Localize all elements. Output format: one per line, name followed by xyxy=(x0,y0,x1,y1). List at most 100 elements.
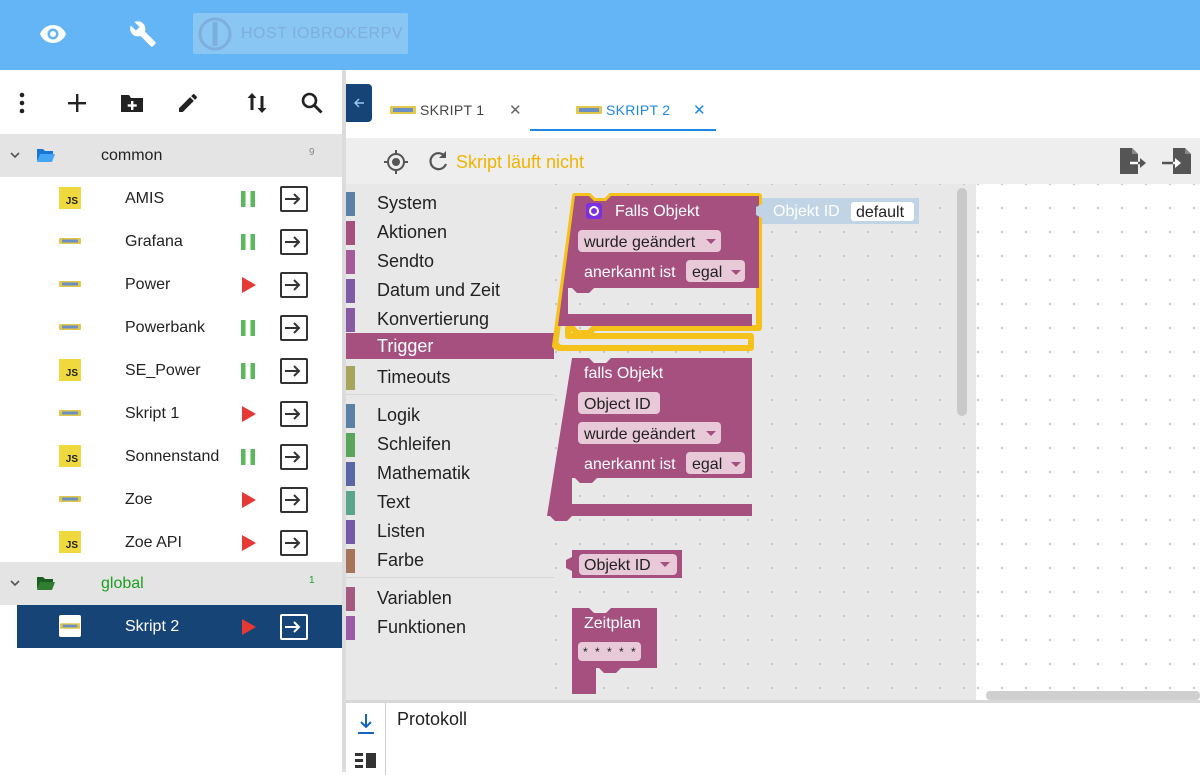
export-script-icon[interactable] xyxy=(1118,147,1148,175)
tab-skript-2[interactable]: SKRIPT 2 ✕ xyxy=(576,90,706,130)
script-row-powerbank[interactable]: Powerbank xyxy=(0,306,342,349)
gear-icon xyxy=(586,203,602,219)
blockly-icon xyxy=(390,106,416,114)
folder-global[interactable]: global 1 xyxy=(0,562,342,605)
pause-icon[interactable] xyxy=(240,363,256,379)
export-icon[interactable] xyxy=(280,229,308,255)
blockly-icon xyxy=(59,316,81,338)
sort-icon[interactable] xyxy=(242,88,272,118)
collapse-tree-button[interactable] xyxy=(346,84,372,122)
target-icon[interactable] xyxy=(383,149,409,175)
script-row-se-power[interactable]: JS SE_Power xyxy=(0,349,342,392)
log-title: Protokoll xyxy=(397,709,468,729)
block-title: Falls Objekt xyxy=(615,203,700,220)
tab-bar: SKRIPT 1 ✕ SKRIPT 2 ✕ xyxy=(346,70,1200,138)
export-icon[interactable] xyxy=(280,272,308,298)
play-icon[interactable] xyxy=(240,535,256,551)
export-icon[interactable] xyxy=(280,614,308,640)
folder-open-icon xyxy=(37,577,55,590)
export-icon[interactable] xyxy=(280,315,308,341)
export-icon[interactable] xyxy=(280,487,308,513)
folder-common[interactable]: common 9 xyxy=(0,134,342,177)
blockly-icon xyxy=(59,402,81,424)
more-vert-icon[interactable] xyxy=(7,88,37,118)
folder-name: common xyxy=(101,146,163,164)
tab-label: SKRIPT 1 xyxy=(420,102,485,118)
active-tab-indicator xyxy=(530,129,716,131)
eye-icon[interactable] xyxy=(33,14,73,54)
pause-icon[interactable] xyxy=(240,320,256,336)
close-icon[interactable]: ✕ xyxy=(509,101,522,119)
blockly-icon xyxy=(59,488,81,510)
script-row-zoe[interactable]: Zoe xyxy=(0,478,342,521)
play-icon[interactable] xyxy=(240,277,256,293)
script-name: Power xyxy=(125,275,171,293)
search-icon[interactable] xyxy=(297,88,327,118)
folder-count: 9 xyxy=(309,147,315,158)
add-folder-icon[interactable] xyxy=(117,88,147,118)
block-falls-objekt-2[interactable]: falls Objekt Object ID wurde geändert an… xyxy=(547,358,752,521)
host-selector[interactable]: HOST IOBROKERPV xyxy=(193,13,408,54)
script-tree-panel: common 9 JS AMIS Grafana Power Powerbank… xyxy=(0,70,342,772)
block-zeitplan[interactable]: Zeitplan * * * * * xyxy=(572,608,657,694)
chevron-down-icon[interactable] xyxy=(9,149,21,161)
export-icon[interactable] xyxy=(280,401,308,427)
script-row-amis[interactable]: JS AMIS xyxy=(0,177,342,220)
folder-name: global xyxy=(101,574,144,592)
script-name: Skript 2 xyxy=(125,617,180,635)
script-row-power[interactable]: Power xyxy=(0,263,342,306)
workspace-scrollbar-vertical[interactable] xyxy=(957,188,967,416)
block-objekt-id[interactable]: Objekt ID xyxy=(566,550,682,578)
script-name: Grafana xyxy=(125,232,183,250)
object-id-label: Object ID xyxy=(584,396,651,413)
folder-count: 1 xyxy=(309,575,315,586)
tab-label: SKRIPT 2 xyxy=(606,102,671,118)
app-bar: HOST IOBROKERPV xyxy=(0,0,1200,70)
script-name: AMIS xyxy=(125,189,165,207)
edit-icon[interactable] xyxy=(173,88,203,118)
export-icon[interactable] xyxy=(280,530,308,556)
object-id-label: Objekt ID xyxy=(584,557,651,574)
object-id-value: default xyxy=(856,204,905,221)
block-objekt-id-default[interactable]: Objekt ID default xyxy=(756,198,919,224)
wrench-icon[interactable] xyxy=(123,14,163,54)
changed-dropdown-label: wurde geändert xyxy=(583,426,696,443)
list-icon[interactable] xyxy=(355,751,377,771)
export-icon[interactable] xyxy=(280,444,308,470)
block-falls-objekt[interactable]: Falls Objekt wurde geändert anerkannt is… xyxy=(552,193,762,351)
add-icon[interactable] xyxy=(62,88,92,118)
script-row-grafana[interactable]: Grafana xyxy=(0,220,342,263)
cron-value: * * * * * xyxy=(583,645,638,659)
script-row-skript-1[interactable]: Skript 1 xyxy=(0,392,342,435)
ack-label: anerkannt ist xyxy=(584,456,676,473)
log-panel: Protokoll xyxy=(346,700,1200,775)
play-icon[interactable] xyxy=(240,492,256,508)
workspace-canvas[interactable] xyxy=(976,184,1200,700)
script-row-sonnenstand[interactable]: JS Sonnenstand xyxy=(0,435,342,478)
workspace-scrollbar-horizontal[interactable] xyxy=(986,691,1200,700)
pause-icon[interactable] xyxy=(240,234,256,250)
script-name: SE_Power xyxy=(125,361,201,379)
download-icon[interactable] xyxy=(356,713,376,735)
blockly-icon xyxy=(576,106,602,114)
export-icon[interactable] xyxy=(280,358,308,384)
script-row-zoe-api[interactable]: JS Zoe API xyxy=(0,521,342,564)
script-row-skript-2[interactable]: Skript 2 xyxy=(17,605,342,648)
export-icon[interactable] xyxy=(280,186,308,212)
folder-open-icon xyxy=(37,149,55,162)
blockly-workspace[interactable]: System Aktionen Sendto Datum und Zeit Ko… xyxy=(346,184,976,700)
blockly-icon xyxy=(59,615,81,637)
pause-icon[interactable] xyxy=(240,449,256,465)
js-icon: JS xyxy=(59,445,81,467)
script-name: Powerbank xyxy=(125,318,206,336)
script-status: Skript läuft nicht xyxy=(456,152,585,172)
play-icon[interactable] xyxy=(240,619,256,635)
chevron-down-icon[interactable] xyxy=(9,577,21,589)
close-icon[interactable]: ✕ xyxy=(693,101,706,119)
refresh-icon[interactable] xyxy=(427,150,449,172)
pause-icon[interactable] xyxy=(240,191,256,207)
import-script-icon[interactable] xyxy=(1161,147,1193,175)
js-icon: JS xyxy=(59,187,81,209)
play-icon[interactable] xyxy=(240,406,256,422)
tab-skript-1[interactable]: SKRIPT 1 ✕ xyxy=(390,90,522,130)
